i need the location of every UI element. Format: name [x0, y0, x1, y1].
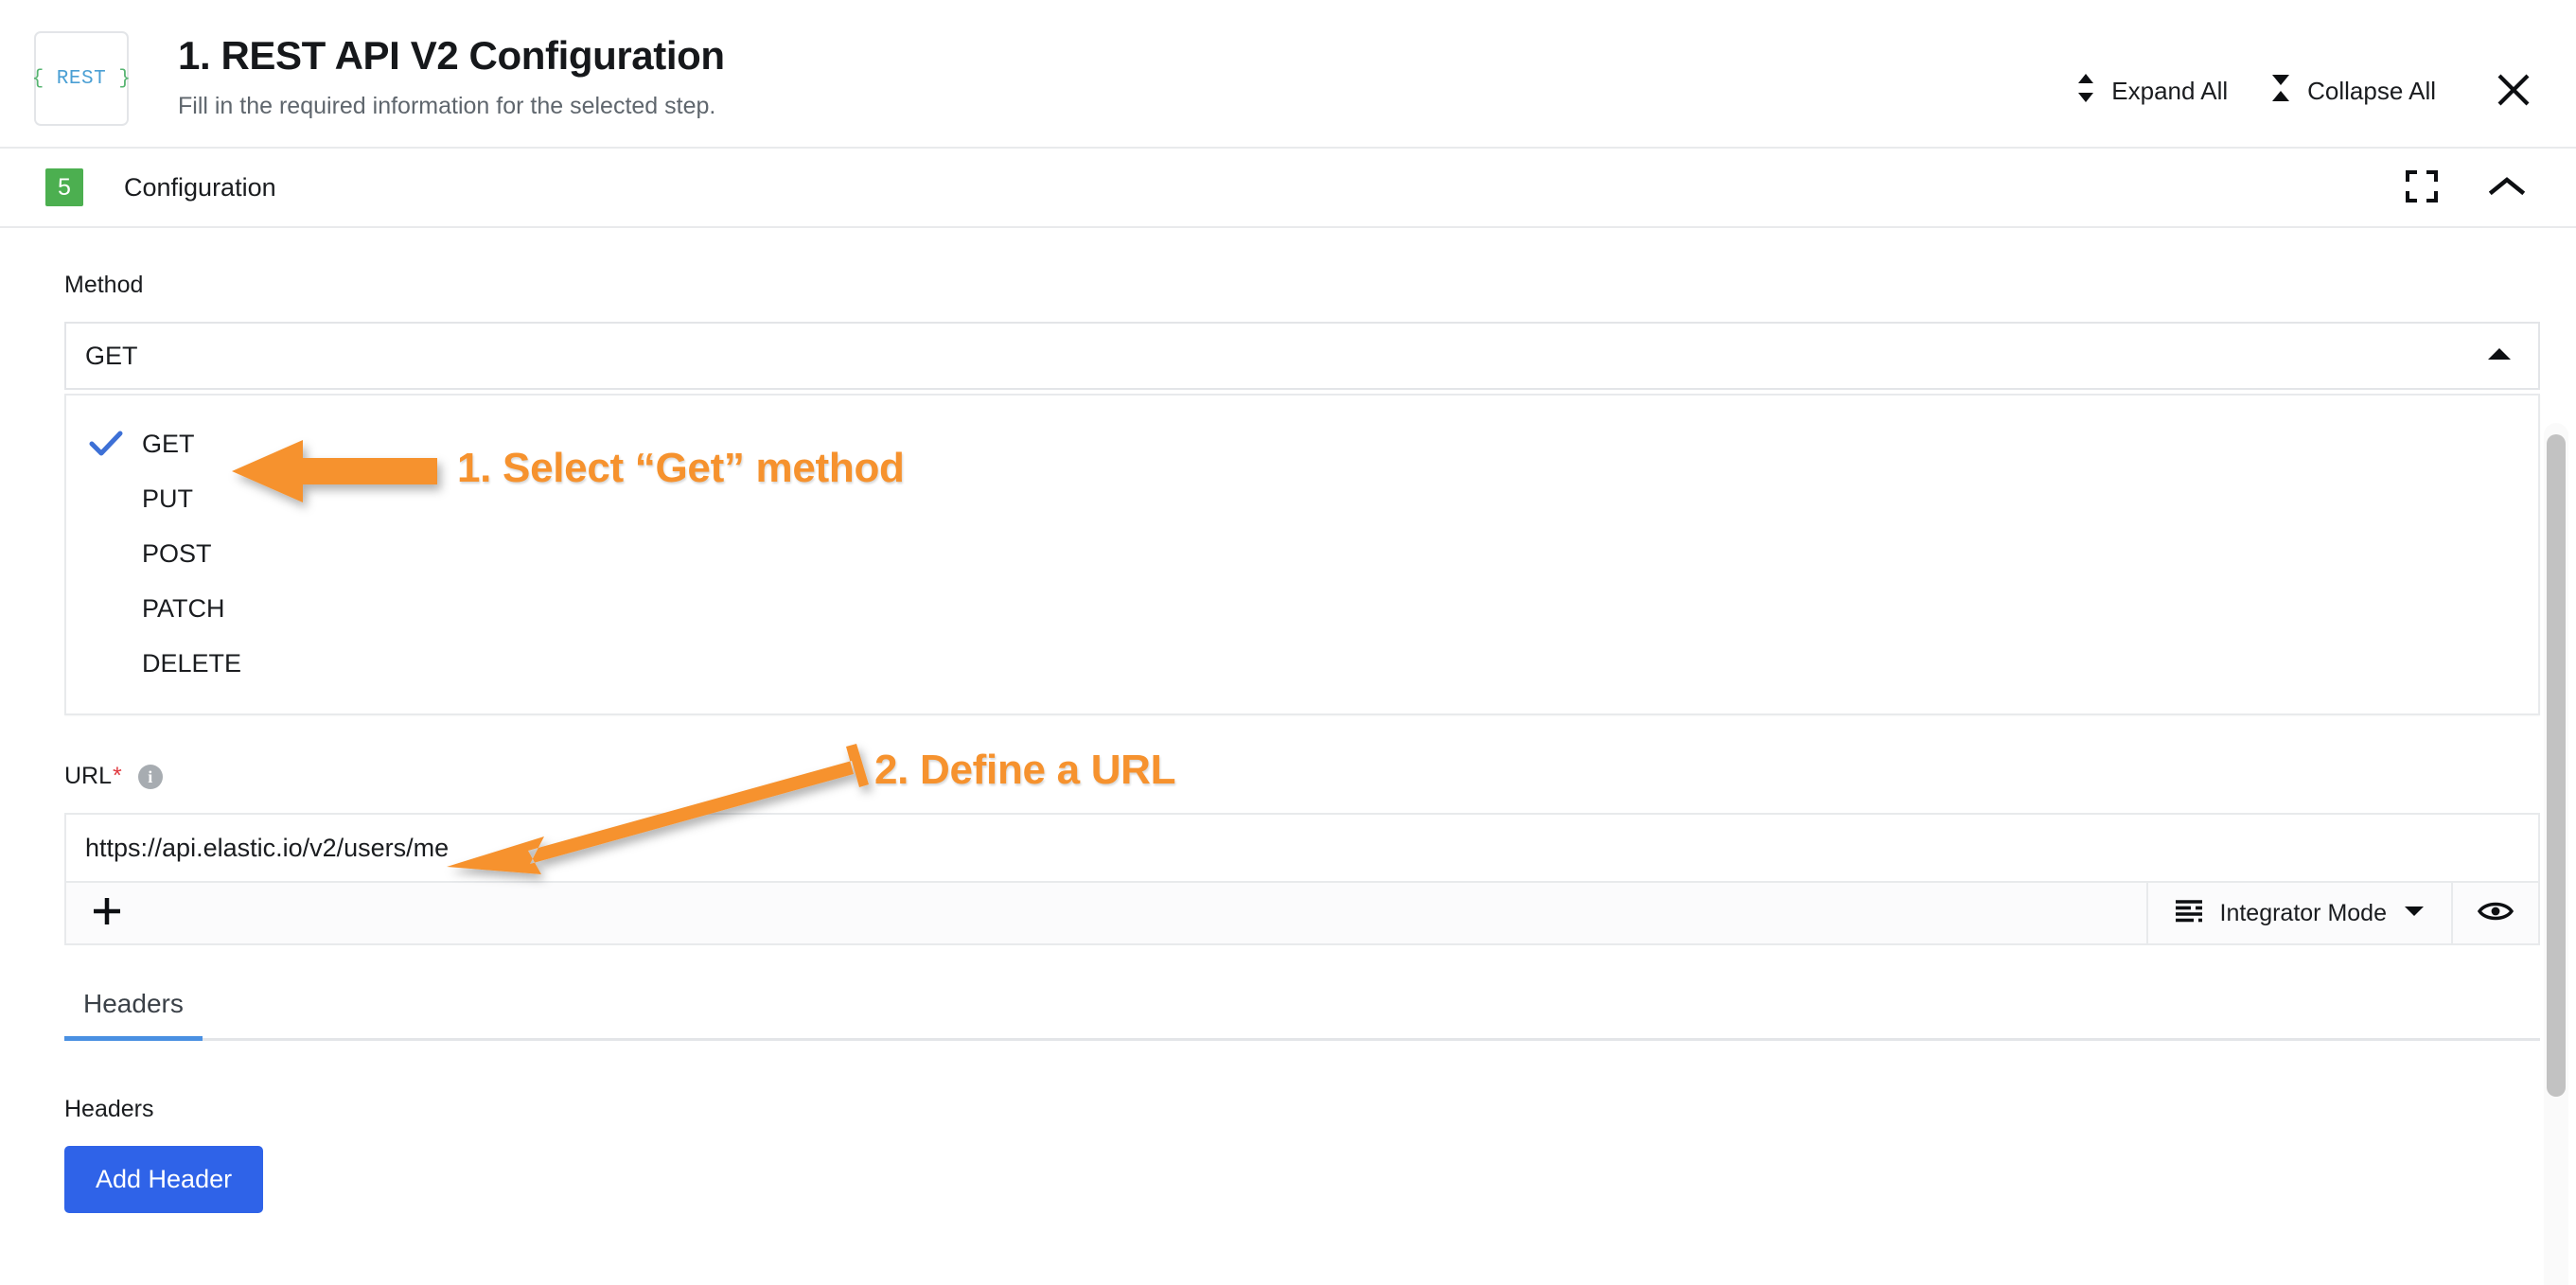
url-label-text: URL — [64, 763, 113, 789]
headers-section: Headers Add Header — [0, 1041, 2576, 1213]
required-asterisk: * — [113, 763, 122, 789]
rest-api-configuration-dialog: { REST } 1. REST API V2 Configuration Fi… — [0, 0, 2576, 1285]
dialog-header: { REST } 1. REST API V2 Configuration Fi… — [0, 0, 2576, 149]
method-option-post[interactable]: POST — [66, 526, 2538, 581]
headers-label: Headers — [64, 1096, 154, 1122]
check-icon — [89, 431, 142, 457]
expand-all-icon — [2075, 72, 2096, 111]
collapse-section-button[interactable] — [2485, 171, 2529, 204]
section-header-actions — [2402, 167, 2550, 209]
collapse-all-icon — [2269, 72, 2292, 111]
method-option-label: DELETE — [142, 648, 242, 678]
configuration-section: 5 Configuration Method GET GET PUT POST … — [0, 149, 2576, 1285]
method-option-label: PATCH — [142, 593, 225, 623]
fullscreen-icon — [2406, 169, 2438, 205]
chevron-down-icon — [2404, 905, 2425, 923]
header-titles: 1. REST API V2 Configuration Fill in the… — [178, 28, 2055, 120]
url-input-wrapper — [64, 813, 2540, 881]
method-option-delete[interactable]: DELETE — [66, 636, 2538, 691]
method-label: Method — [0, 272, 2576, 299]
expand-all-label: Expand All — [2111, 77, 2229, 105]
expand-all-button[interactable]: Expand All — [2055, 66, 2249, 116]
caret-up-icon — [2487, 346, 2512, 366]
preview-toggle-button[interactable] — [2451, 883, 2538, 943]
rest-logo: { REST } — [32, 31, 132, 126]
url-block: URL * i https://api.elastic.io/v2/users/… — [0, 763, 2576, 945]
header-actions: Expand All Collapse All — [2055, 28, 2542, 116]
method-option-label: PUT — [142, 484, 193, 513]
method-option-patch[interactable]: PATCH — [66, 581, 2538, 636]
logo-close-brace: } — [118, 67, 132, 90]
url-label: URL * i — [0, 763, 2576, 790]
close-icon — [2495, 71, 2532, 112]
step-number-badge: 5 — [45, 168, 83, 206]
logo-open-brace: { — [31, 67, 44, 90]
integrator-mode-dropdown[interactable]: Integrator Mode — [2145, 883, 2452, 943]
method-option-label: POST — [142, 538, 212, 568]
info-icon[interactable]: i — [137, 764, 163, 789]
url-input[interactable] — [85, 833, 2519, 863]
add-field-button[interactable] — [66, 883, 148, 943]
tab-headers[interactable]: Headers — [64, 989, 203, 1041]
add-header-button[interactable]: Add Header — [64, 1146, 264, 1213]
method-option-put[interactable]: PUT — [66, 471, 2538, 526]
method-select-value: GET — [85, 341, 138, 370]
method-option-label: GET — [142, 429, 195, 458]
section-title: Configuration — [124, 172, 276, 202]
method-option-get[interactable]: GET — [66, 416, 2538, 471]
page-subtitle: Fill in the required information for the… — [178, 93, 716, 120]
config-tabs: Headers — [0, 989, 2576, 1041]
tabs-inner: Headers — [64, 989, 2540, 1041]
chevron-up-icon — [2488, 175, 2526, 201]
fullscreen-button[interactable] — [2402, 167, 2442, 209]
method-dropdown-list: GET PUT POST PATCH DELETE — [64, 394, 2540, 715]
integrator-mode-label: Integrator Mode — [2219, 899, 2388, 926]
vertical-scrollbar-thumb[interactable] — [2547, 434, 2566, 1097]
vertical-scrollbar-track[interactable] — [2544, 423, 2568, 1285]
collapse-all-label: Collapse All — [2307, 77, 2436, 105]
eye-icon — [2477, 899, 2514, 928]
configuration-section-header[interactable]: 5 Configuration — [0, 149, 2576, 228]
list-lines-icon — [2175, 899, 2203, 928]
collapse-all-button[interactable]: Collapse All — [2249, 66, 2457, 116]
configuration-body: Method GET GET PUT POST PATCH DELETE URL… — [0, 228, 2576, 1213]
logo-label: REST — [56, 67, 107, 90]
method-select[interactable]: GET — [64, 322, 2540, 390]
close-button[interactable] — [2457, 67, 2542, 115]
method-label-text: Method — [64, 272, 144, 298]
plus-icon — [91, 895, 123, 932]
rest-logo-text: { REST } — [32, 68, 132, 90]
url-toolbar: Integrator Mode — [64, 881, 2540, 945]
page-title: 1. REST API V2 Configuration — [178, 33, 725, 78]
